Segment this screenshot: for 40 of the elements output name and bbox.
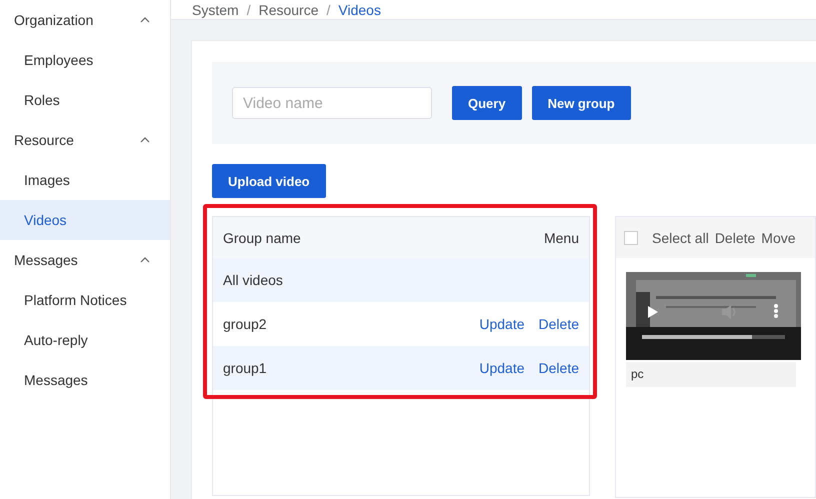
select-all-label[interactable]: Select all: [652, 230, 709, 246]
breadcrumb-item: Videos: [338, 2, 381, 18]
menu-item[interactable]: Messages: [0, 360, 170, 400]
chevron-icon: [140, 17, 150, 23]
menu-item[interactable]: Roles: [0, 80, 170, 120]
delete-link[interactable]: Delete: [538, 316, 579, 332]
chevron-icon: [140, 137, 150, 143]
play-icon[interactable]: [648, 306, 658, 318]
menu-group[interactable]: Resource: [0, 120, 170, 160]
menu-item[interactable]: Auto-reply: [0, 320, 170, 360]
more-icon[interactable]: [774, 304, 778, 318]
delete-link[interactable]: Delete: [714, 230, 756, 246]
delete-link[interactable]: Delete: [538, 360, 579, 376]
update-link[interactable]: Update: [479, 360, 525, 376]
query-button[interactable]: Query: [452, 86, 522, 120]
chevron-icon: [140, 257, 150, 263]
group-name[interactable]: All videos: [223, 272, 283, 288]
search-field[interactable]: Video name: [232, 87, 432, 119]
group-name[interactable]: group2: [223, 316, 267, 332]
breadcrumb-item[interactable]: System: [192, 2, 239, 18]
menu-group[interactable]: Messages: [0, 240, 170, 280]
breadcrumb-item[interactable]: Resource: [258, 2, 318, 18]
checkbox[interactable]: [624, 230, 638, 244]
breadcrumb-separator: /: [326, 2, 330, 18]
column-header: Group name: [223, 230, 301, 246]
update-link[interactable]: Update: [479, 316, 525, 332]
progress-bar[interactable]: [642, 335, 785, 339]
menu-item[interactable]: Images: [0, 160, 170, 200]
menu-item[interactable]: Platform Notices: [0, 280, 170, 320]
group-name[interactable]: group1: [223, 360, 267, 376]
upload-button[interactable]: Upload video: [212, 164, 326, 198]
new-group-button[interactable]: New group: [532, 86, 631, 120]
video-caption: pc: [626, 362, 796, 387]
volume-icon[interactable]: [721, 304, 737, 320]
menu-item[interactable]: Employees: [0, 40, 170, 80]
move-link[interactable]: Move: [761, 230, 796, 246]
column-header: Menu: [544, 230, 579, 246]
breadcrumb-separator: /: [246, 2, 251, 18]
menu-item[interactable]: Videos: [0, 200, 170, 240]
menu-group[interactable]: Organization: [0, 0, 170, 40]
